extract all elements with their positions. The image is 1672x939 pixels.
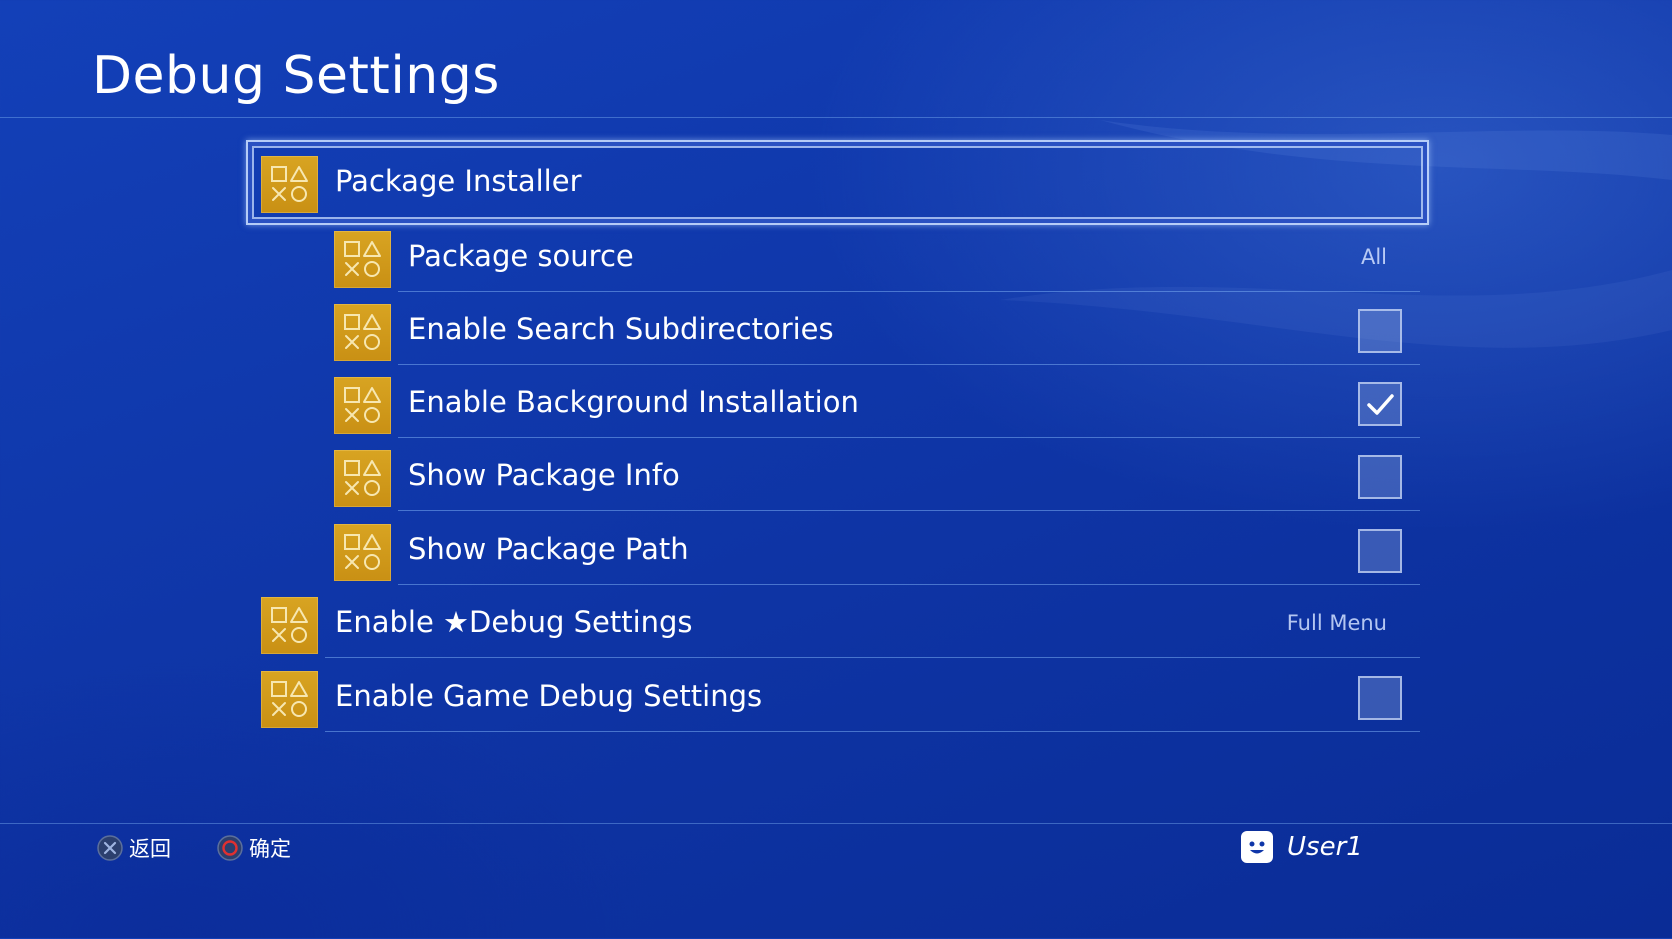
menu-item-show-package-path[interactable]: Show Package Path — [334, 512, 1420, 585]
ps-shapes-icon — [334, 377, 391, 434]
menu-item-label: Show Package Path — [408, 532, 689, 566]
ps-shapes-icon — [334, 450, 391, 507]
row-divider — [325, 731, 1420, 732]
cross-button-icon — [97, 835, 123, 861]
checkmark-icon — [1367, 394, 1394, 415]
menu-item-enable-search-subdirectories[interactable]: Enable Search Subdirectories — [334, 292, 1420, 365]
back-label: 返回 — [129, 837, 171, 861]
ps-shapes-icon — [261, 671, 318, 728]
ps-shapes-icon — [334, 524, 391, 581]
user-avatar-icon — [1241, 831, 1273, 863]
checkbox-unchecked[interactable] — [1358, 455, 1402, 499]
row-divider — [398, 510, 1420, 511]
menu-item-label: Enable ★Debug Settings — [335, 605, 693, 639]
menu-item-label: Package Installer — [335, 164, 582, 198]
menu-item-label: Enable Game Debug Settings — [335, 679, 763, 713]
menu-item-label: Enable Search Subdirectories — [408, 312, 834, 346]
menu-item-label: Package source — [408, 239, 634, 273]
menu-item-show-package-info[interactable]: Show Package Info — [334, 438, 1420, 511]
menu-item-value: Full Menu — [1286, 611, 1387, 635]
circle-button-icon — [217, 835, 243, 861]
ps-shapes-icon — [261, 597, 318, 654]
checkbox-unchecked[interactable] — [1358, 676, 1402, 720]
menu-item-enable-background-installation[interactable]: Enable Background Installation — [334, 365, 1420, 438]
ps-shapes-icon — [334, 231, 391, 288]
checkbox-unchecked[interactable] — [1358, 529, 1402, 573]
footer-bar: 返回 确定 User1 — [0, 823, 1672, 939]
row-divider — [325, 657, 1420, 658]
menu-item-label: Show Package Info — [408, 458, 680, 492]
menu-item-enable-star-debug-settings[interactable]: Enable ★Debug Settings Full Menu — [261, 585, 1420, 658]
menu-item-package-source[interactable]: Package source All — [334, 219, 1420, 292]
back-hint[interactable]: 返回 — [97, 833, 171, 863]
user-name: User1 — [1287, 832, 1363, 862]
user-profile[interactable]: User1 — [1241, 831, 1363, 863]
menu-item-label: Enable Background Installation — [408, 385, 859, 419]
checkbox-unchecked[interactable] — [1358, 309, 1402, 353]
confirm-label: 确定 — [249, 837, 291, 861]
menu-item-value: All — [1360, 245, 1387, 269]
settings-list: Package Installer Package source All Ena… — [0, 0, 1672, 760]
menu-item-enable-game-debug-settings[interactable]: Enable Game Debug Settings — [261, 659, 1420, 732]
checkbox-checked[interactable] — [1358, 382, 1402, 426]
ps-shapes-icon — [261, 156, 318, 213]
menu-item-package-installer[interactable]: Package Installer — [260, 144, 1423, 217]
confirm-hint[interactable]: 确定 — [217, 833, 291, 863]
ps-shapes-icon — [334, 304, 391, 361]
